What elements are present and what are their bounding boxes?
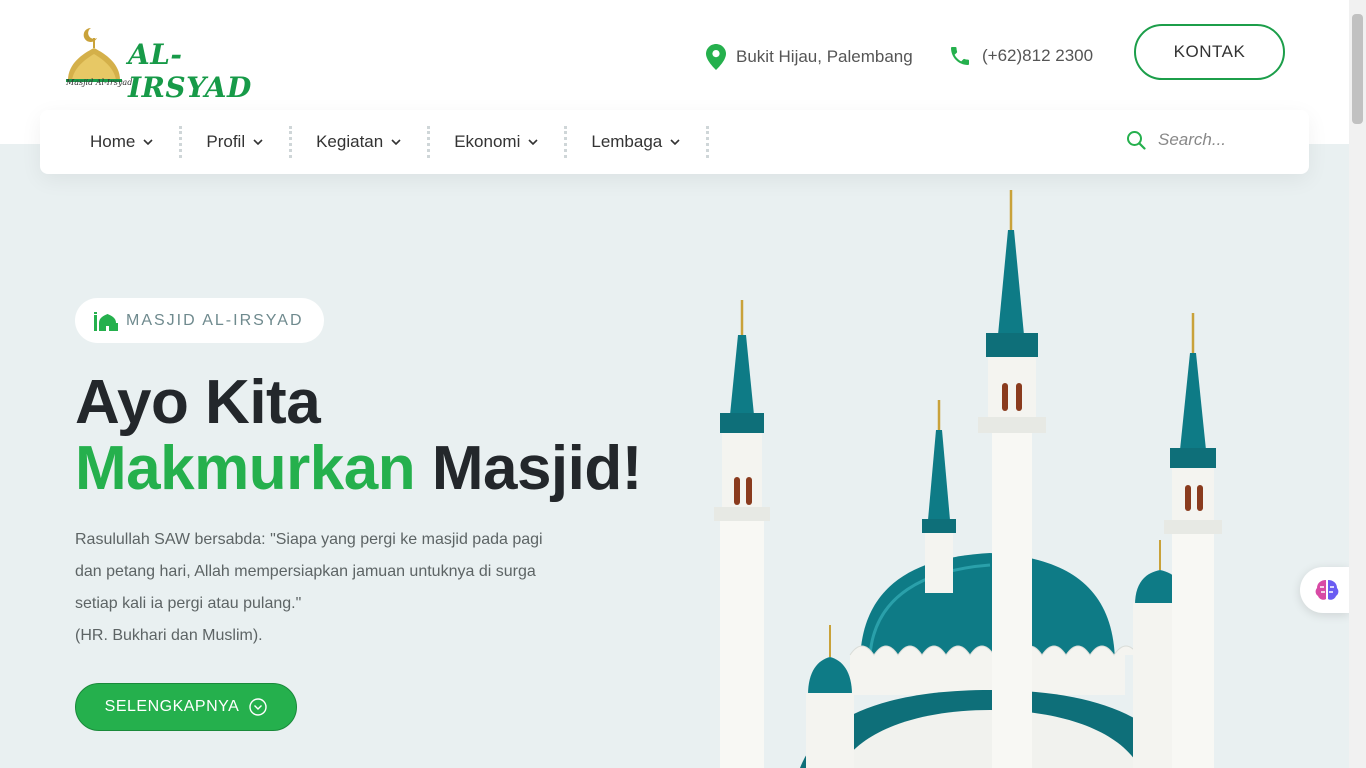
- main-navigation: Home Profil Kegiatan Ekonomi Lembaga: [40, 110, 1309, 174]
- search-box: [1126, 130, 1278, 150]
- quote-line: setiap kali ia pergi atau pulang.": [75, 595, 302, 612]
- nav-item-label: Home: [90, 132, 136, 151]
- phone-info: (+62)812 2300: [948, 44, 1093, 68]
- chevron-down-icon: [143, 139, 153, 145]
- location-info: Bukit Hijau, Palembang: [706, 44, 913, 70]
- nav-item-kegiatan[interactable]: Kegiatan: [316, 132, 401, 152]
- nav-separator: [706, 126, 710, 158]
- site-logo[interactable]: AL-IRSYAD Masjid Al-Irsyad: [62, 24, 282, 104]
- nav-item-profil[interactable]: Profil: [206, 132, 263, 152]
- nav-menu: Home Profil Kegiatan Ekonomi Lembaga: [90, 110, 733, 174]
- nav-item-label: Ekonomi: [454, 132, 521, 151]
- map-pin-icon: [706, 44, 726, 70]
- page-scrollbar[interactable]: [1349, 0, 1366, 768]
- search-icon[interactable]: [1126, 130, 1146, 150]
- search-input[interactable]: [1158, 130, 1278, 150]
- headline-line1: Ayo Kita: [75, 368, 321, 437]
- hero-headline: Ayo Kita Makmurkan Masjid!: [75, 370, 642, 502]
- phone-text: (+62)812 2300: [982, 46, 1094, 65]
- chevron-down-icon: [528, 139, 538, 145]
- scrollbar-thumb[interactable]: [1352, 14, 1363, 124]
- floating-assistant-button[interactable]: [1300, 567, 1349, 613]
- contact-button[interactable]: KONTAK: [1134, 24, 1285, 80]
- read-more-button[interactable]: SELENGKAPNYA: [75, 683, 297, 731]
- logo-subtitle: Masjid Al-Irsyad: [66, 78, 133, 87]
- nav-item-lembaga[interactable]: Lembaga: [591, 132, 680, 152]
- nav-separator: [179, 126, 183, 158]
- read-more-label: SELENGKAPNYA: [104, 698, 240, 715]
- location-text: Bukit Hijau, Palembang: [736, 47, 913, 66]
- chevron-down-icon: [253, 139, 263, 145]
- chevron-down-icon: [670, 139, 680, 145]
- nav-separator: [427, 126, 431, 158]
- quote-line: Rasulullah SAW bersabda: "Siapa yang per…: [75, 531, 543, 548]
- nav-item-label: Lembaga: [591, 132, 663, 151]
- chevron-circle-down-icon: [249, 698, 268, 716]
- nav-item-home[interactable]: Home: [90, 132, 153, 152]
- mosque-illustration: [714, 190, 1222, 768]
- brain-icon: [1315, 580, 1339, 600]
- quote-line: dan petang hari, Allah mempersiapkan jam…: [75, 563, 536, 580]
- nav-separator: [289, 126, 293, 158]
- headline-highlight: Makmurkan: [75, 434, 416, 503]
- nav-item-ekonomi[interactable]: Ekonomi: [454, 132, 538, 152]
- nav-item-label: Kegiatan: [316, 132, 384, 151]
- logo-text: AL-IRSYAD: [128, 38, 252, 104]
- hero-badge-text: MASJID AL-IRSYAD: [126, 311, 304, 329]
- quote-source: (HR. Bukhari dan Muslim).: [75, 627, 263, 644]
- phone-icon: [951, 47, 969, 65]
- nav-item-label: Profil: [206, 132, 246, 151]
- hero-quote: Rasulullah SAW bersabda: "Siapa yang per…: [75, 524, 595, 652]
- chevron-down-icon: [391, 139, 401, 145]
- mosque-icon: [94, 311, 118, 331]
- headline-rest: Masjid!: [431, 434, 643, 503]
- nav-separator: [564, 126, 568, 158]
- hero-badge: MASJID AL-IRSYAD: [75, 298, 324, 343]
